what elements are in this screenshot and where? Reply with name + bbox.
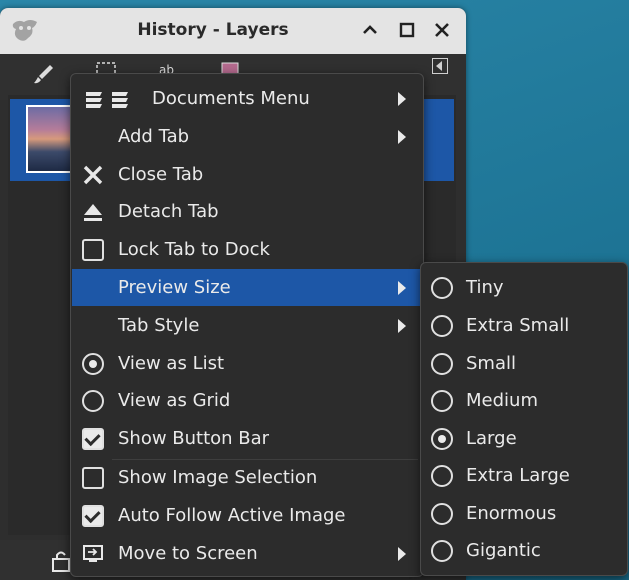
menu-item-label: Preview Size xyxy=(118,277,231,298)
brush-icon[interactable] xyxy=(32,62,56,86)
menu-item-label: View as Grid xyxy=(118,390,231,411)
chevron-right-icon xyxy=(398,319,406,333)
menu-item-tab-style[interactable]: Tab Style xyxy=(72,307,422,344)
menu-item-close-tab[interactable]: Close Tab xyxy=(72,156,422,193)
menu-item-label: Documents Menu xyxy=(152,88,310,109)
radio-selected-icon[interactable] xyxy=(431,428,453,450)
close-button[interactable] xyxy=(431,19,453,41)
menu-item-lock-tab-to-dock[interactable]: Lock Tab to Dock xyxy=(72,231,422,268)
submenu-item-label: Extra Small xyxy=(466,315,570,336)
title-bar[interactable]: History - Layers xyxy=(0,8,466,54)
menu-item-move-to-screen[interactable]: Move to Screen xyxy=(72,535,422,572)
preview-size-medium[interactable]: Medium xyxy=(421,382,625,419)
submenu-item-label: Medium xyxy=(466,390,538,411)
preview-size-large[interactable]: Large xyxy=(421,420,625,457)
preview-size-tiny[interactable]: Tiny xyxy=(421,269,625,306)
radio-unselected-icon[interactable] xyxy=(431,503,453,525)
chevron-right-icon xyxy=(398,281,406,295)
radio-unselected-icon[interactable] xyxy=(431,277,453,299)
checkbox-checked-icon[interactable] xyxy=(82,428,104,450)
menu-item-auto-follow-active-image[interactable]: Auto Follow Active Image xyxy=(72,497,422,534)
menu-item-preview-size[interactable]: Preview Size xyxy=(72,269,422,306)
chevron-right-icon xyxy=(398,92,406,106)
submenu-item-label: Extra Large xyxy=(466,465,570,486)
submenu-item-label: Large xyxy=(466,428,517,449)
submenu-item-label: Gigantic xyxy=(466,540,541,561)
menu-item-view-as-list[interactable]: View as List xyxy=(72,345,422,382)
documents-icon xyxy=(86,92,128,108)
radio-unselected-icon[interactable] xyxy=(431,465,453,487)
menu-item-label: Add Tab xyxy=(118,126,190,147)
chevron-up-icon xyxy=(363,25,377,34)
radio-unselected-icon[interactable] xyxy=(82,390,104,412)
radio-selected-icon[interactable] xyxy=(82,353,104,375)
preview-size-extra-small[interactable]: Extra Small xyxy=(421,307,625,344)
close-icon xyxy=(83,165,103,185)
submenu-item-label: Enormous xyxy=(466,503,557,524)
menu-item-show-image-selection[interactable]: Show Image Selection xyxy=(72,459,422,496)
menu-item-add-tab[interactable]: Add Tab xyxy=(72,118,422,155)
chevron-right-icon xyxy=(398,547,406,561)
menu-item-documents-menu[interactable]: Documents Menu xyxy=(72,80,422,117)
close-x-icon xyxy=(435,23,449,37)
menu-item-label: Close Tab xyxy=(118,164,204,185)
menu-item-label: Tab Style xyxy=(118,315,200,336)
menu-item-label: Show Button Bar xyxy=(118,428,270,449)
menu-item-detach-tab[interactable]: Detach Tab xyxy=(72,193,422,230)
maximize-button[interactable] xyxy=(396,19,418,41)
preview-size-enormous[interactable]: Enormous xyxy=(421,495,625,532)
checkbox-checked-icon[interactable] xyxy=(82,505,104,527)
radio-unselected-icon[interactable] xyxy=(431,315,453,337)
radio-unselected-icon[interactable] xyxy=(431,353,453,375)
menu-item-label: Show Image Selection xyxy=(118,467,318,488)
submenu-item-label: Tiny xyxy=(466,277,504,298)
lock-icon[interactable] xyxy=(50,549,72,573)
menu-item-label: Detach Tab xyxy=(118,201,219,222)
checkbox-unchecked-icon[interactable] xyxy=(82,467,104,489)
radio-unselected-icon[interactable] xyxy=(431,390,453,412)
menu-item-show-button-bar[interactable]: Show Button Bar xyxy=(72,420,422,457)
maximize-icon xyxy=(399,22,415,38)
menu-item-label: Lock Tab to Dock xyxy=(118,239,270,260)
menu-item-label: Move to Screen xyxy=(118,543,258,564)
preview-size-gigantic[interactable]: Gigantic xyxy=(421,532,625,569)
radio-unselected-icon[interactable] xyxy=(431,540,453,562)
minimize-button[interactable] xyxy=(359,19,381,41)
eject-icon xyxy=(84,204,102,221)
menu-item-view-as-grid[interactable]: View as Grid xyxy=(72,382,422,419)
preview-size-small[interactable]: Small xyxy=(421,345,625,382)
menu-item-label: Auto Follow Active Image xyxy=(118,505,346,526)
menu-item-label: View as List xyxy=(118,353,225,374)
chevron-right-icon xyxy=(398,130,406,144)
screen-icon xyxy=(83,545,103,562)
image-thumbnail[interactable] xyxy=(26,105,74,173)
preview-size-extra-large[interactable]: Extra Large xyxy=(421,457,625,494)
submenu-item-label: Small xyxy=(466,353,516,374)
checkbox-unchecked-icon[interactable] xyxy=(82,239,104,261)
dock-menu-arrow-icon[interactable] xyxy=(432,58,448,74)
